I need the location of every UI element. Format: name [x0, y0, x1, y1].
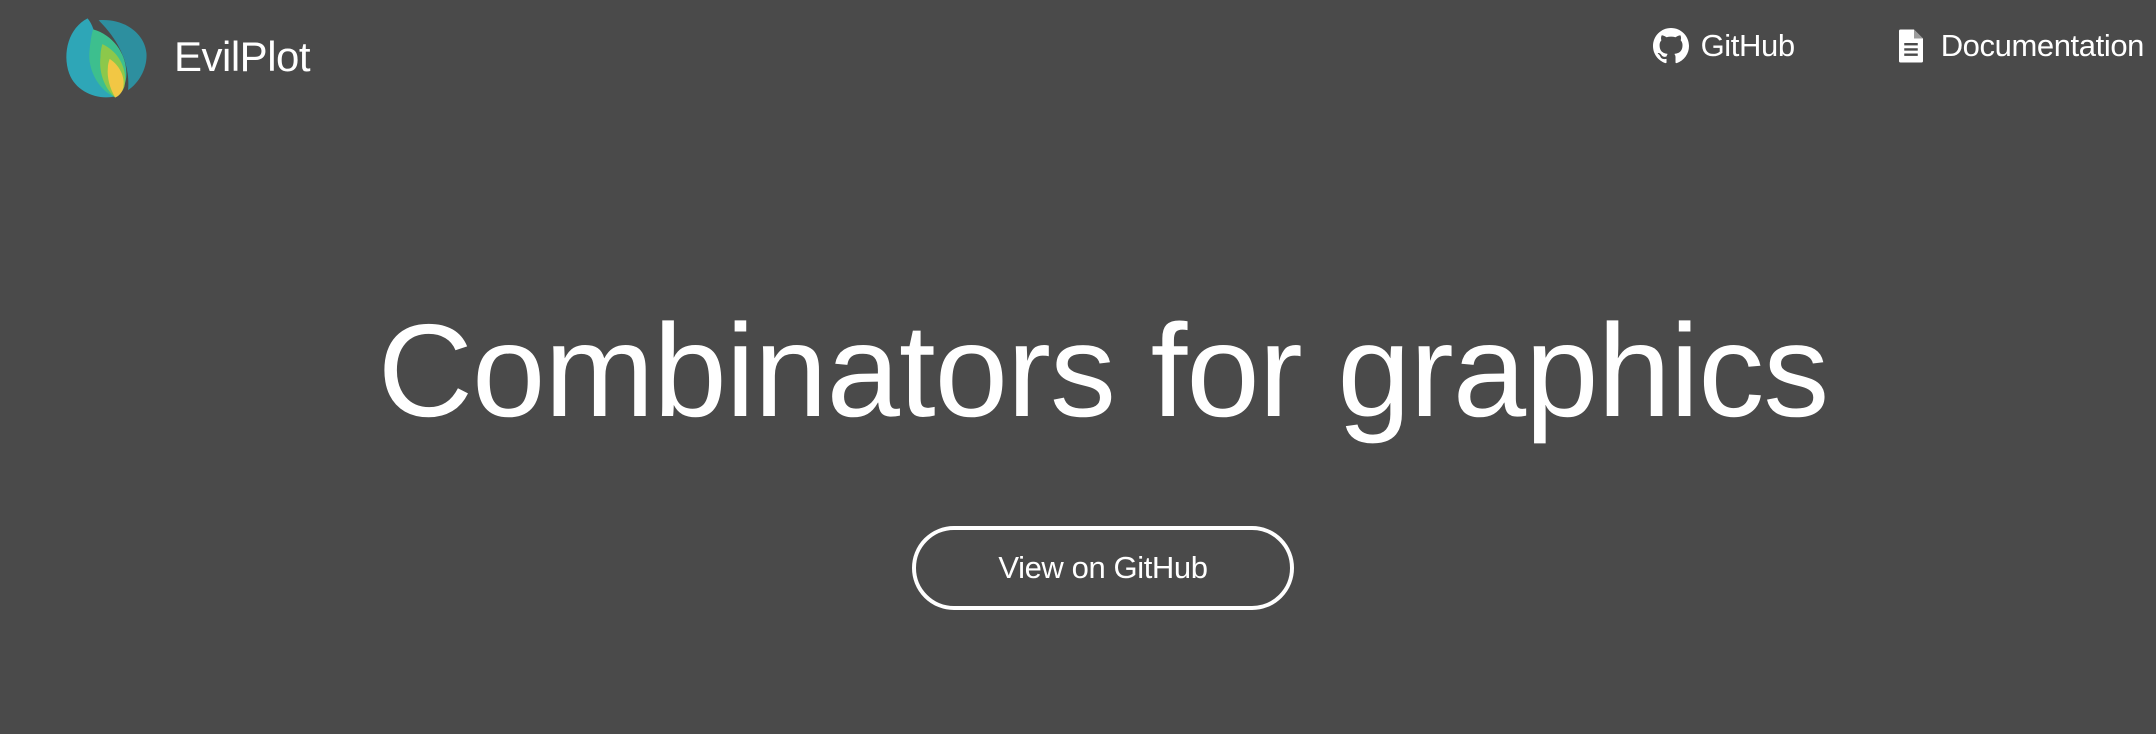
evilplot-logo-icon — [66, 18, 147, 98]
nav-github-link[interactable]: GitHub — [1652, 28, 1795, 64]
nav-github-label: GitHub — [1700, 28, 1795, 63]
nav-documentation-link[interactable]: Documentation — [1893, 28, 2144, 64]
document-icon — [1898, 29, 1923, 63]
top-nav: GitHub Documentation — [1652, 28, 2156, 64]
github-icon — [1652, 28, 1689, 64]
nav-documentation-label: Documentation — [1940, 28, 2145, 63]
page: EvilPlot GitHub Documentation Combinator… — [0, 0, 2156, 734]
brand-link[interactable]: EvilPlot — [60, 10, 311, 104]
hero-title: Combinators for graphics — [377, 297, 1830, 444]
brand-name: EvilPlot — [174, 33, 311, 80]
view-on-github-button[interactable]: View on GitHub — [912, 526, 1294, 610]
